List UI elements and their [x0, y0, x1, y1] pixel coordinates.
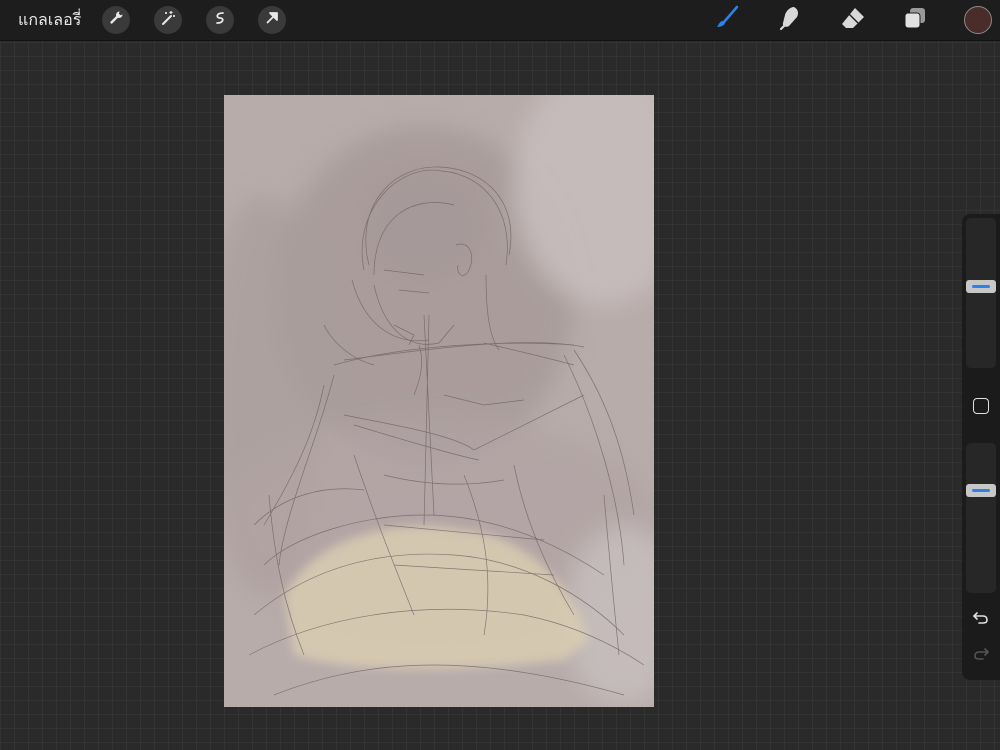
actions-button[interactable]	[102, 6, 130, 34]
top-toolbar: แกลเลอรี่	[0, 0, 1000, 41]
selection-s-icon	[212, 10, 228, 30]
redo-button[interactable]	[970, 646, 992, 666]
brush-icon	[714, 5, 740, 35]
sketch-artwork	[224, 95, 654, 707]
drawing-canvas[interactable]	[224, 95, 654, 707]
brush-size-slider[interactable]	[966, 218, 996, 368]
layers-button[interactable]	[900, 5, 930, 35]
layers-icon	[902, 5, 928, 35]
smudge-tool-button[interactable]	[775, 5, 805, 35]
magic-wand-icon	[160, 10, 176, 30]
eraser-tool-button[interactable]	[838, 5, 868, 35]
smudge-finger-icon	[777, 5, 803, 35]
opacity-slider[interactable]	[966, 443, 996, 593]
undo-icon	[972, 610, 990, 630]
transform-button[interactable]	[258, 6, 286, 34]
wrench-icon	[108, 10, 124, 30]
redo-icon	[972, 646, 990, 666]
selection-button[interactable]	[206, 6, 234, 34]
arrow-cursor-icon	[264, 10, 280, 30]
opacity-thumb[interactable]	[966, 484, 996, 497]
eraser-icon	[840, 5, 866, 35]
brush-tool-button[interactable]	[712, 5, 742, 35]
brush-size-thumb[interactable]	[966, 280, 996, 293]
adjustments-button[interactable]	[154, 6, 182, 34]
gallery-button[interactable]: แกลเลอรี่	[18, 8, 81, 33]
right-sidebar	[962, 214, 1000, 680]
undo-button[interactable]	[970, 610, 992, 630]
color-picker-button[interactable]	[964, 6, 992, 34]
square-modify-icon[interactable]	[973, 398, 989, 414]
